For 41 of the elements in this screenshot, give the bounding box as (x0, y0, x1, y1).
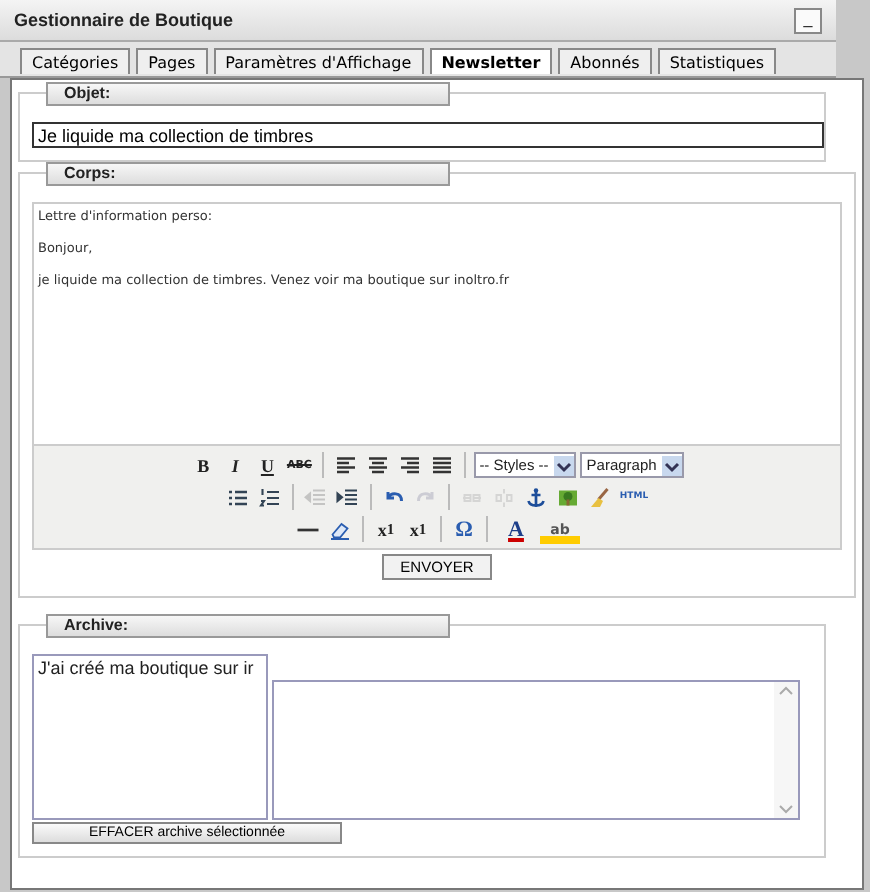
tab[interactable]: Abonnés (558, 48, 652, 74)
eraser-icon (328, 517, 352, 541)
archive-preview-field[interactable] (272, 680, 800, 820)
text-color-button[interactable]: A (496, 515, 536, 543)
align-left-icon (333, 453, 358, 477)
anchor-icon (524, 485, 548, 509)
cleanup-button[interactable] (586, 483, 614, 511)
tab[interactable]: Statistiques (657, 48, 777, 74)
tab[interactable]: Pages (136, 48, 208, 74)
subject-field[interactable]: Je liquide ma collection de timbres (32, 122, 824, 148)
align-left-button[interactable] (331, 451, 360, 479)
anchor-button[interactable] (522, 483, 550, 511)
italic-button[interactable]: I (221, 451, 250, 479)
align-right-icon (397, 453, 422, 477)
align-right-button[interactable] (395, 451, 424, 479)
outdent-icon (304, 485, 328, 509)
align-center-icon (365, 453, 390, 477)
justify-icon (429, 453, 454, 477)
archive-item[interactable]: J'ai créé ma boutique sur ir (38, 658, 262, 678)
image-icon (556, 485, 580, 509)
archive-list[interactable]: J'ai créé ma boutique sur ir (32, 654, 268, 820)
section-legend: Archive: (46, 614, 450, 638)
special-character-button[interactable]: Ω (450, 515, 478, 543)
numbers-icon (258, 485, 282, 509)
section-legend: Objet: (46, 82, 450, 106)
minimize-button[interactable]: _ (794, 7, 822, 33)
numbers-button[interactable] (256, 483, 284, 511)
tab[interactable]: Newsletter (429, 48, 553, 74)
tab[interactable]: Paramètres d'Affichage (213, 48, 424, 74)
tab[interactable]: Catégories (20, 48, 131, 74)
window-title: Gestionnaire de Boutique (14, 10, 234, 30)
indent-icon (336, 485, 360, 509)
underline-button[interactable]: U (253, 451, 282, 479)
unlink-icon (492, 485, 516, 509)
indent-button[interactable] (334, 483, 362, 511)
justify-button[interactable] (427, 451, 456, 479)
cleanup-icon (588, 485, 612, 509)
bullets-icon (226, 485, 250, 509)
align-center-button[interactable] (363, 451, 392, 479)
bold-button[interactable]: B (189, 451, 218, 479)
section-legend: Corps: (46, 162, 450, 186)
